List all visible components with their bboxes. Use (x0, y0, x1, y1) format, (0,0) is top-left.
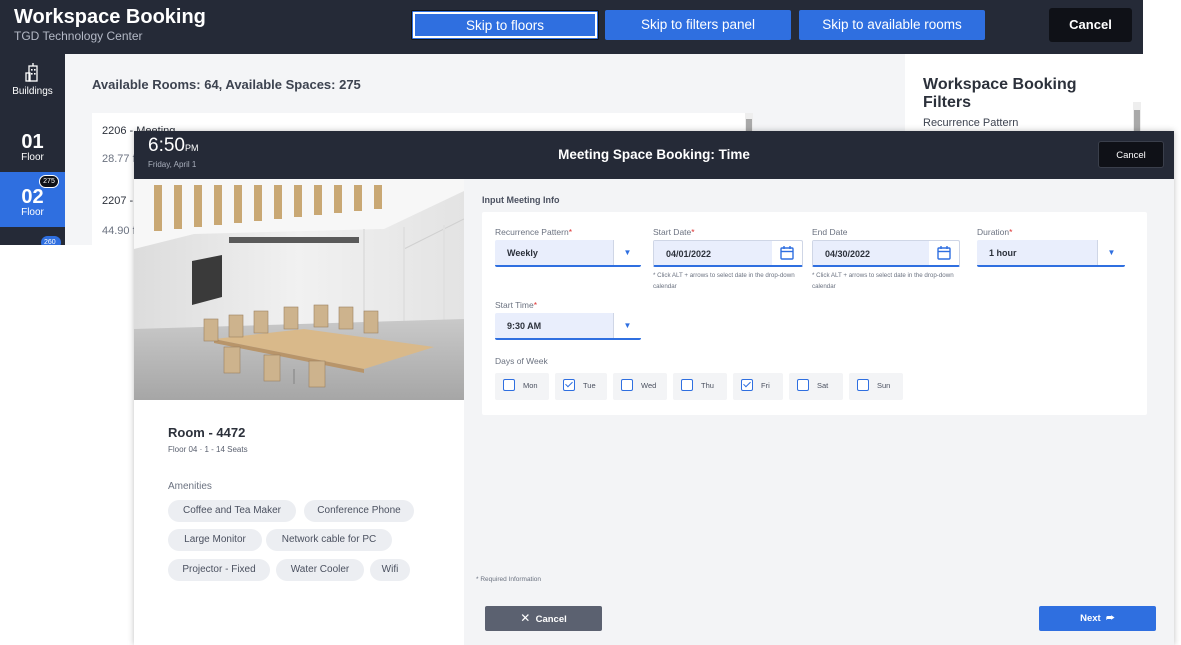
meeting-info-card: Recurrence Pattern* Weekly ▼ Start Date*… (482, 212, 1147, 415)
filters-first-label: Recurrence Pattern (923, 117, 1019, 129)
start-date-label: Start Date* (653, 227, 695, 237)
sidebar-buildings-label: Buildings (12, 86, 53, 97)
calendar-icon[interactable] (929, 241, 959, 266)
floor-sidebar: Buildings 01 Floor 275 02 Floor 260 (0, 54, 65, 245)
checkbox[interactable] (563, 379, 575, 391)
modal-cancel-button[interactable]: Cancel (1098, 141, 1164, 168)
sidebar-item-floor-01[interactable]: 01 Floor (0, 122, 65, 170)
floor-number: 02 (21, 186, 44, 208)
calendar-icon[interactable] (772, 241, 802, 266)
amenity-chip: Coffee and Tea Maker (168, 500, 296, 522)
room-info-panel: Room - 4472 Floor 04 · 1 - 14 Seats Amen… (134, 179, 464, 645)
checkbox[interactable] (621, 379, 633, 391)
sidebar-item-floor-02[interactable]: 275 02 Floor (0, 172, 65, 227)
start-date-value: 04/01/2022 (666, 249, 712, 259)
start-time-label: Start Time* (495, 300, 538, 310)
building-icon (24, 63, 38, 82)
floor-label: Floor (21, 152, 44, 163)
app-cancel-button[interactable]: Cancel (1049, 8, 1132, 42)
booking-time-modal: 6:50PM Friday, April 1 Meeting Space Boo… (134, 131, 1174, 645)
form-scrollbar[interactable] (1167, 179, 1174, 574)
modal-header: 6:50PM Friday, April 1 Meeting Space Boo… (134, 131, 1174, 179)
arrow-right-icon: ⮫ (1106, 613, 1115, 624)
floor-number: 01 (21, 131, 44, 153)
app-title: Workspace Booking (14, 6, 206, 28)
room-size: 44.90 f (102, 225, 136, 237)
day-checkbox-mon[interactable]: Mon (495, 373, 549, 400)
floor-badge: 275 (39, 175, 59, 188)
duration-label: Duration* (977, 227, 1013, 237)
chevron-down-icon[interactable]: ▼ (613, 240, 641, 265)
amenity-chip: Water Cooler (276, 559, 364, 581)
amenity-chip: Conference Phone (304, 500, 414, 522)
close-icon: ✕ (520, 611, 531, 625)
required-note: * Required Information (476, 576, 542, 583)
skip-to-floors-button[interactable]: Skip to floors (411, 10, 599, 40)
skip-to-rooms-button[interactable]: Skip to available rooms (799, 10, 985, 40)
checkbox[interactable] (681, 379, 693, 391)
day-checkbox-wed[interactable]: Wed (613, 373, 667, 400)
meeting-info-panel: Input Meeting Info Recurrence Pattern* W… (464, 179, 1174, 645)
checkbox[interactable] (857, 379, 869, 391)
start-date-hint: * Click ALT + arrows to select date in t… (653, 272, 795, 290)
end-date-value: 04/30/2022 (825, 249, 871, 259)
footer-cancel-button[interactable]: ✕ Cancel (485, 606, 602, 631)
start-date-input[interactable]: 04/01/2022 (653, 240, 803, 267)
next-button[interactable]: Next ⮫ (1039, 606, 1156, 631)
amenity-chip: Large Monitor (168, 529, 262, 551)
recurrence-label: Recurrence Pattern* (495, 227, 573, 237)
room-photo (134, 179, 464, 400)
room-meta: Floor 04 · 1 - 14 Seats (168, 445, 248, 454)
amenity-chip: Projector - Fixed (168, 559, 270, 581)
chevron-down-icon[interactable]: ▼ (613, 313, 641, 338)
duration-select[interactable]: 1 hour ▼ (977, 240, 1125, 267)
start-time-value: 9:30 AM (507, 321, 542, 331)
day-checkbox-fri[interactable]: Fri (733, 373, 783, 400)
chevron-down-icon[interactable]: ▼ (1097, 240, 1125, 265)
floor-label: Floor (21, 207, 44, 218)
checkbox[interactable] (741, 379, 753, 391)
duration-value: 1 hour (989, 248, 1017, 258)
sidebar-item-buildings[interactable]: Buildings (0, 62, 65, 112)
checkbox[interactable] (503, 379, 515, 391)
amenities-heading: Amenities (168, 481, 212, 492)
recurrence-select[interactable]: Weekly ▼ (495, 240, 641, 267)
filters-title: Workspace Booking Filters (923, 76, 1077, 111)
floor-badge: 260 (41, 236, 61, 245)
start-time-select[interactable]: 9:30 AM ▼ (495, 313, 641, 340)
section-heading: Input Meeting Info (482, 195, 560, 205)
room-title: Room - 4472 (168, 425, 246, 440)
skip-to-filters-button[interactable]: Skip to filters panel (605, 10, 791, 40)
room-name[interactable]: 2207 - (102, 195, 133, 207)
availability-heading: Available Rooms: 64, Available Spaces: 2… (92, 77, 361, 92)
amenity-chip: Network cable for PC (266, 529, 392, 551)
day-checkbox-sun[interactable]: Sun (849, 373, 903, 400)
checkbox[interactable] (797, 379, 809, 391)
amenity-chip: Wifi (370, 559, 410, 581)
app-subtitle: TGD Technology Center (14, 29, 143, 43)
recurrence-value: Weekly (507, 248, 538, 258)
day-checkbox-thu[interactable]: Thu (673, 373, 727, 400)
day-checkbox-tue[interactable]: Tue (555, 373, 607, 400)
app-header: Workspace Booking TGD Technology Center … (0, 0, 1143, 54)
end-date-input[interactable]: 04/30/2022 (812, 240, 960, 267)
end-date-label: End Date (812, 227, 848, 237)
modal-title: Meeting Space Booking: Time (558, 147, 750, 162)
end-date-hint: * Click ALT + arrows to select date in t… (812, 272, 954, 290)
room-size: 28.77 f (102, 153, 136, 165)
day-checkbox-sat[interactable]: Sat (789, 373, 843, 400)
days-of-week-label: Days of Week (495, 356, 548, 366)
